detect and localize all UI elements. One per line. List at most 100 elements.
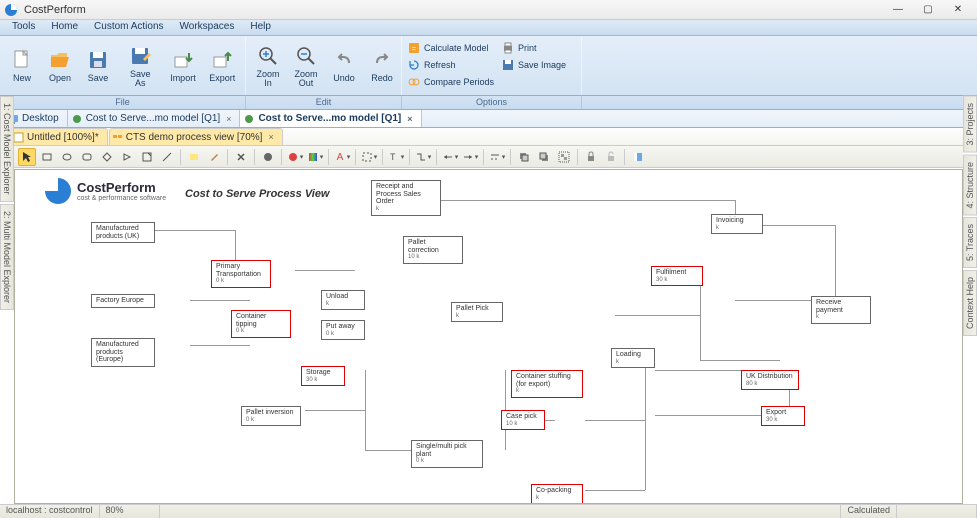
node-container-tipping[interactable]: Container tipping0 k <box>231 310 291 338</box>
close-tab-icon[interactable]: × <box>226 114 231 124</box>
unlock-button[interactable] <box>602 148 620 166</box>
send-back-button[interactable] <box>535 148 553 166</box>
undo-button[interactable]: Undo <box>326 38 362 93</box>
doctab-model-2[interactable]: Cost to Serve...mo model [Q1] × <box>240 110 421 127</box>
menu-tools[interactable]: Tools <box>4 20 43 35</box>
innertab-untitled[interactable]: Untitled [100%]* <box>10 128 108 145</box>
menu-custom-actions[interactable]: Custom Actions <box>86 20 171 35</box>
side-structure[interactable]: 4: Structure <box>963 155 977 216</box>
model-icon <box>71 113 83 125</box>
menu-workspaces[interactable]: Workspaces <box>172 20 243 35</box>
maximize-button[interactable]: ▢ <box>913 1 943 19</box>
node-loading[interactable]: Loadingk <box>611 348 655 368</box>
doctab-model-1[interactable]: Cost to Serve...mo model [Q1] × <box>68 110 241 127</box>
zoom-in-icon <box>256 44 280 68</box>
node-export[interactable]: Export30 k <box>761 406 805 426</box>
sheet-icon <box>13 132 24 143</box>
triangle-tool[interactable] <box>118 148 136 166</box>
ribbon: New Open Save Save As Import Export <box>0 36 977 96</box>
connector-style-button[interactable]: ▾ <box>414 148 432 166</box>
minimize-button[interactable]: — <box>883 1 913 19</box>
node-receipt[interactable]: Receipt and Process Sales Orderk <box>371 180 441 216</box>
highlight-tool[interactable] <box>185 148 203 166</box>
diagram-canvas[interactable]: CostPerform cost & performance software … <box>14 169 963 504</box>
rounded-rect-tool[interactable] <box>78 148 96 166</box>
font-color-button[interactable]: A▾ <box>333 148 351 166</box>
innertab-cts-view[interactable]: CTS demo process view [70%] × <box>109 128 283 145</box>
lock-button[interactable] <box>582 148 600 166</box>
line-style-button[interactable]: ▾ <box>488 148 506 166</box>
side-projects[interactable]: 3: Projects <box>963 96 977 153</box>
border-button[interactable]: ▾ <box>360 148 378 166</box>
connector <box>305 410 365 411</box>
node-put-away[interactable]: Put away0 k <box>321 320 365 340</box>
export-button[interactable]: Export <box>203 38 241 93</box>
rect-tool[interactable] <box>38 148 56 166</box>
menu-home[interactable]: Home <box>43 20 86 35</box>
pointer-tool[interactable] <box>18 148 36 166</box>
node-pallet-pick[interactable]: Pallet Pickk <box>451 302 503 322</box>
node-single-pick[interactable]: Single/multi pick plant0 k <box>411 440 483 468</box>
open-button[interactable]: Open <box>42 38 78 93</box>
side-context-help[interactable]: Context Help <box>963 270 977 336</box>
text-align-button[interactable]: T▾ <box>387 148 405 166</box>
compare-icon <box>408 76 420 88</box>
close-button[interactable]: ✕ <box>943 1 973 19</box>
group-button[interactable] <box>555 148 573 166</box>
zoom-out-icon <box>294 44 318 68</box>
menu-help[interactable]: Help <box>242 20 279 35</box>
node-pallet-inversion[interactable]: Pallet inversion0 k <box>241 406 301 426</box>
statusbar: localhost : costcontrol 80% Calculated <box>0 504 977 518</box>
node-manuf-uk[interactable]: Manufactured products (UK) <box>91 222 155 243</box>
node-unload[interactable]: Unloadk <box>321 290 365 310</box>
node-uk-distribution[interactable]: UK Distribution80 k <box>741 370 799 390</box>
save-as-button[interactable]: Save As <box>118 38 162 93</box>
node-case-pick[interactable]: Case pick10 k <box>501 410 545 430</box>
side-traces[interactable]: 5: Traces <box>963 217 977 268</box>
brush-tool[interactable] <box>205 148 223 166</box>
toggle-panel-button[interactable] <box>629 148 647 166</box>
print-button[interactable]: Print <box>502 39 566 56</box>
node-manuf-europe[interactable]: Manufactured products (Europe) <box>91 338 155 367</box>
node-fulfilment[interactable]: Fulfilment30 k <box>651 266 703 286</box>
node-receive-payment[interactable]: Receive paymentk <box>811 296 871 324</box>
shadow-tool[interactable] <box>259 148 277 166</box>
ellipse-tool[interactable] <box>58 148 76 166</box>
ribbon-labels: File Edit Options <box>0 96 977 110</box>
note-tool[interactable] <box>138 148 156 166</box>
close-innertab-icon[interactable]: × <box>268 132 273 142</box>
side-cost-model-explorer[interactable]: 1: Cost Model Explorer <box>0 96 14 202</box>
close-tab-icon[interactable]: × <box>407 114 412 124</box>
arrow-end-button[interactable]: ▾ <box>461 148 479 166</box>
save-button[interactable]: Save <box>80 38 116 93</box>
save-image-button[interactable]: Save Image <box>502 56 566 73</box>
compare-periods-button[interactable]: Compare Periods <box>408 73 575 90</box>
bring-front-button[interactable] <box>515 148 533 166</box>
right-panel-tabs: 3: Projects 4: Structure 5: Traces Conte… <box>963 96 977 518</box>
fill-color-button[interactable]: ▾ <box>286 148 304 166</box>
polygon-tool[interactable] <box>98 148 116 166</box>
zoom-out-button[interactable]: Zoom Out <box>288 38 324 93</box>
left-panel-tabs: 1: Cost Model Explorer 2: Multi Model Ex… <box>0 96 14 518</box>
node-co-packing[interactable]: Co-packingk <box>531 484 583 504</box>
app-icon <box>4 3 18 17</box>
undo-icon <box>332 48 356 72</box>
redo-button[interactable]: Redo <box>364 38 400 93</box>
node-storage[interactable]: Storage30 k <box>301 366 345 386</box>
side-multi-model-explorer[interactable]: 2: Multi Model Explorer <box>0 204 14 310</box>
import-button[interactable]: Import <box>164 38 201 93</box>
zoom-in-button[interactable]: Zoom In <box>250 38 286 93</box>
node-factory-europe[interactable]: Factory Europe <box>91 294 155 308</box>
node-container-stuffing[interactable]: Container stuffing (for export)k <box>511 370 583 398</box>
arrow-start-button[interactable]: ▾ <box>441 148 459 166</box>
export-icon <box>210 48 234 72</box>
node-invoicing[interactable]: Invoicingk <box>711 214 763 234</box>
delete-button[interactable] <box>232 148 250 166</box>
gradient-button[interactable]: ▾ <box>306 148 324 166</box>
new-button[interactable]: New <box>4 38 40 93</box>
line-tool[interactable] <box>158 148 176 166</box>
view-title: Cost to Serve Process View <box>185 188 330 200</box>
node-pallet-correction[interactable]: Pallet correction10 k <box>403 236 463 264</box>
node-primary-transportation[interactable]: Primary Transportation0 k <box>211 260 271 288</box>
new-file-icon <box>10 48 34 72</box>
